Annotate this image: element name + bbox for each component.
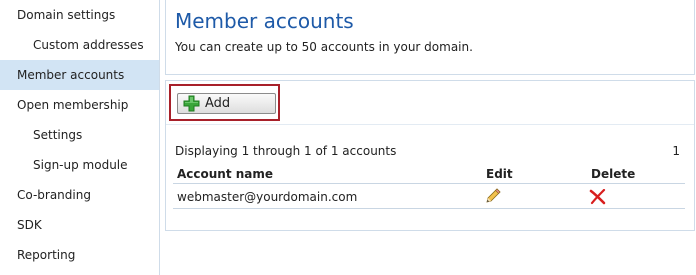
sidebar: Domain settings Custom addresses Member … [0,0,160,275]
sidebar-item-custom-addresses[interactable]: Custom addresses [0,30,159,60]
sidebar-item-settings[interactable]: Settings [0,120,159,150]
row-divider [173,208,685,209]
plus-icon [183,95,200,112]
account-name-cell: webmaster@yourdomain.com [177,190,358,204]
pencil-icon[interactable] [484,187,502,205]
sidebar-item-open-membership[interactable]: Open membership [0,90,159,120]
displaying-count: Displaying 1 through 1 of 1 accounts [175,144,397,158]
accounts-panel: Add Displaying 1 through 1 of 1 accounts… [165,80,695,231]
page-title: Member accounts [175,9,354,33]
add-button-label: Add [205,96,231,111]
sidebar-item-sdk[interactable]: SDK [0,210,159,240]
sidebar-item-co-branding[interactable]: Co-branding [0,180,159,210]
sidebar-item-sign-up-module[interactable]: Sign-up module [0,150,159,180]
add-button-highlight: Add [169,84,280,121]
page-number: 1 [672,144,680,158]
column-header-delete: Delete [591,167,636,181]
page-subtitle: You can create up to 50 accounts in your… [175,40,473,54]
sidebar-item-domain-settings[interactable]: Domain settings [0,0,159,30]
sidebar-item-member-accounts[interactable]: Member accounts [0,60,159,90]
sidebar-item-reporting[interactable]: Reporting [0,240,159,270]
add-button[interactable]: Add [177,93,276,114]
column-header-account-name[interactable]: Account name [177,167,273,181]
toolbar-divider [166,124,694,125]
column-header-edit: Edit [486,167,513,181]
header-divider [173,183,685,184]
header-panel: Member accounts You can create up to 50 … [165,0,695,75]
delete-x-icon[interactable] [589,189,607,205]
